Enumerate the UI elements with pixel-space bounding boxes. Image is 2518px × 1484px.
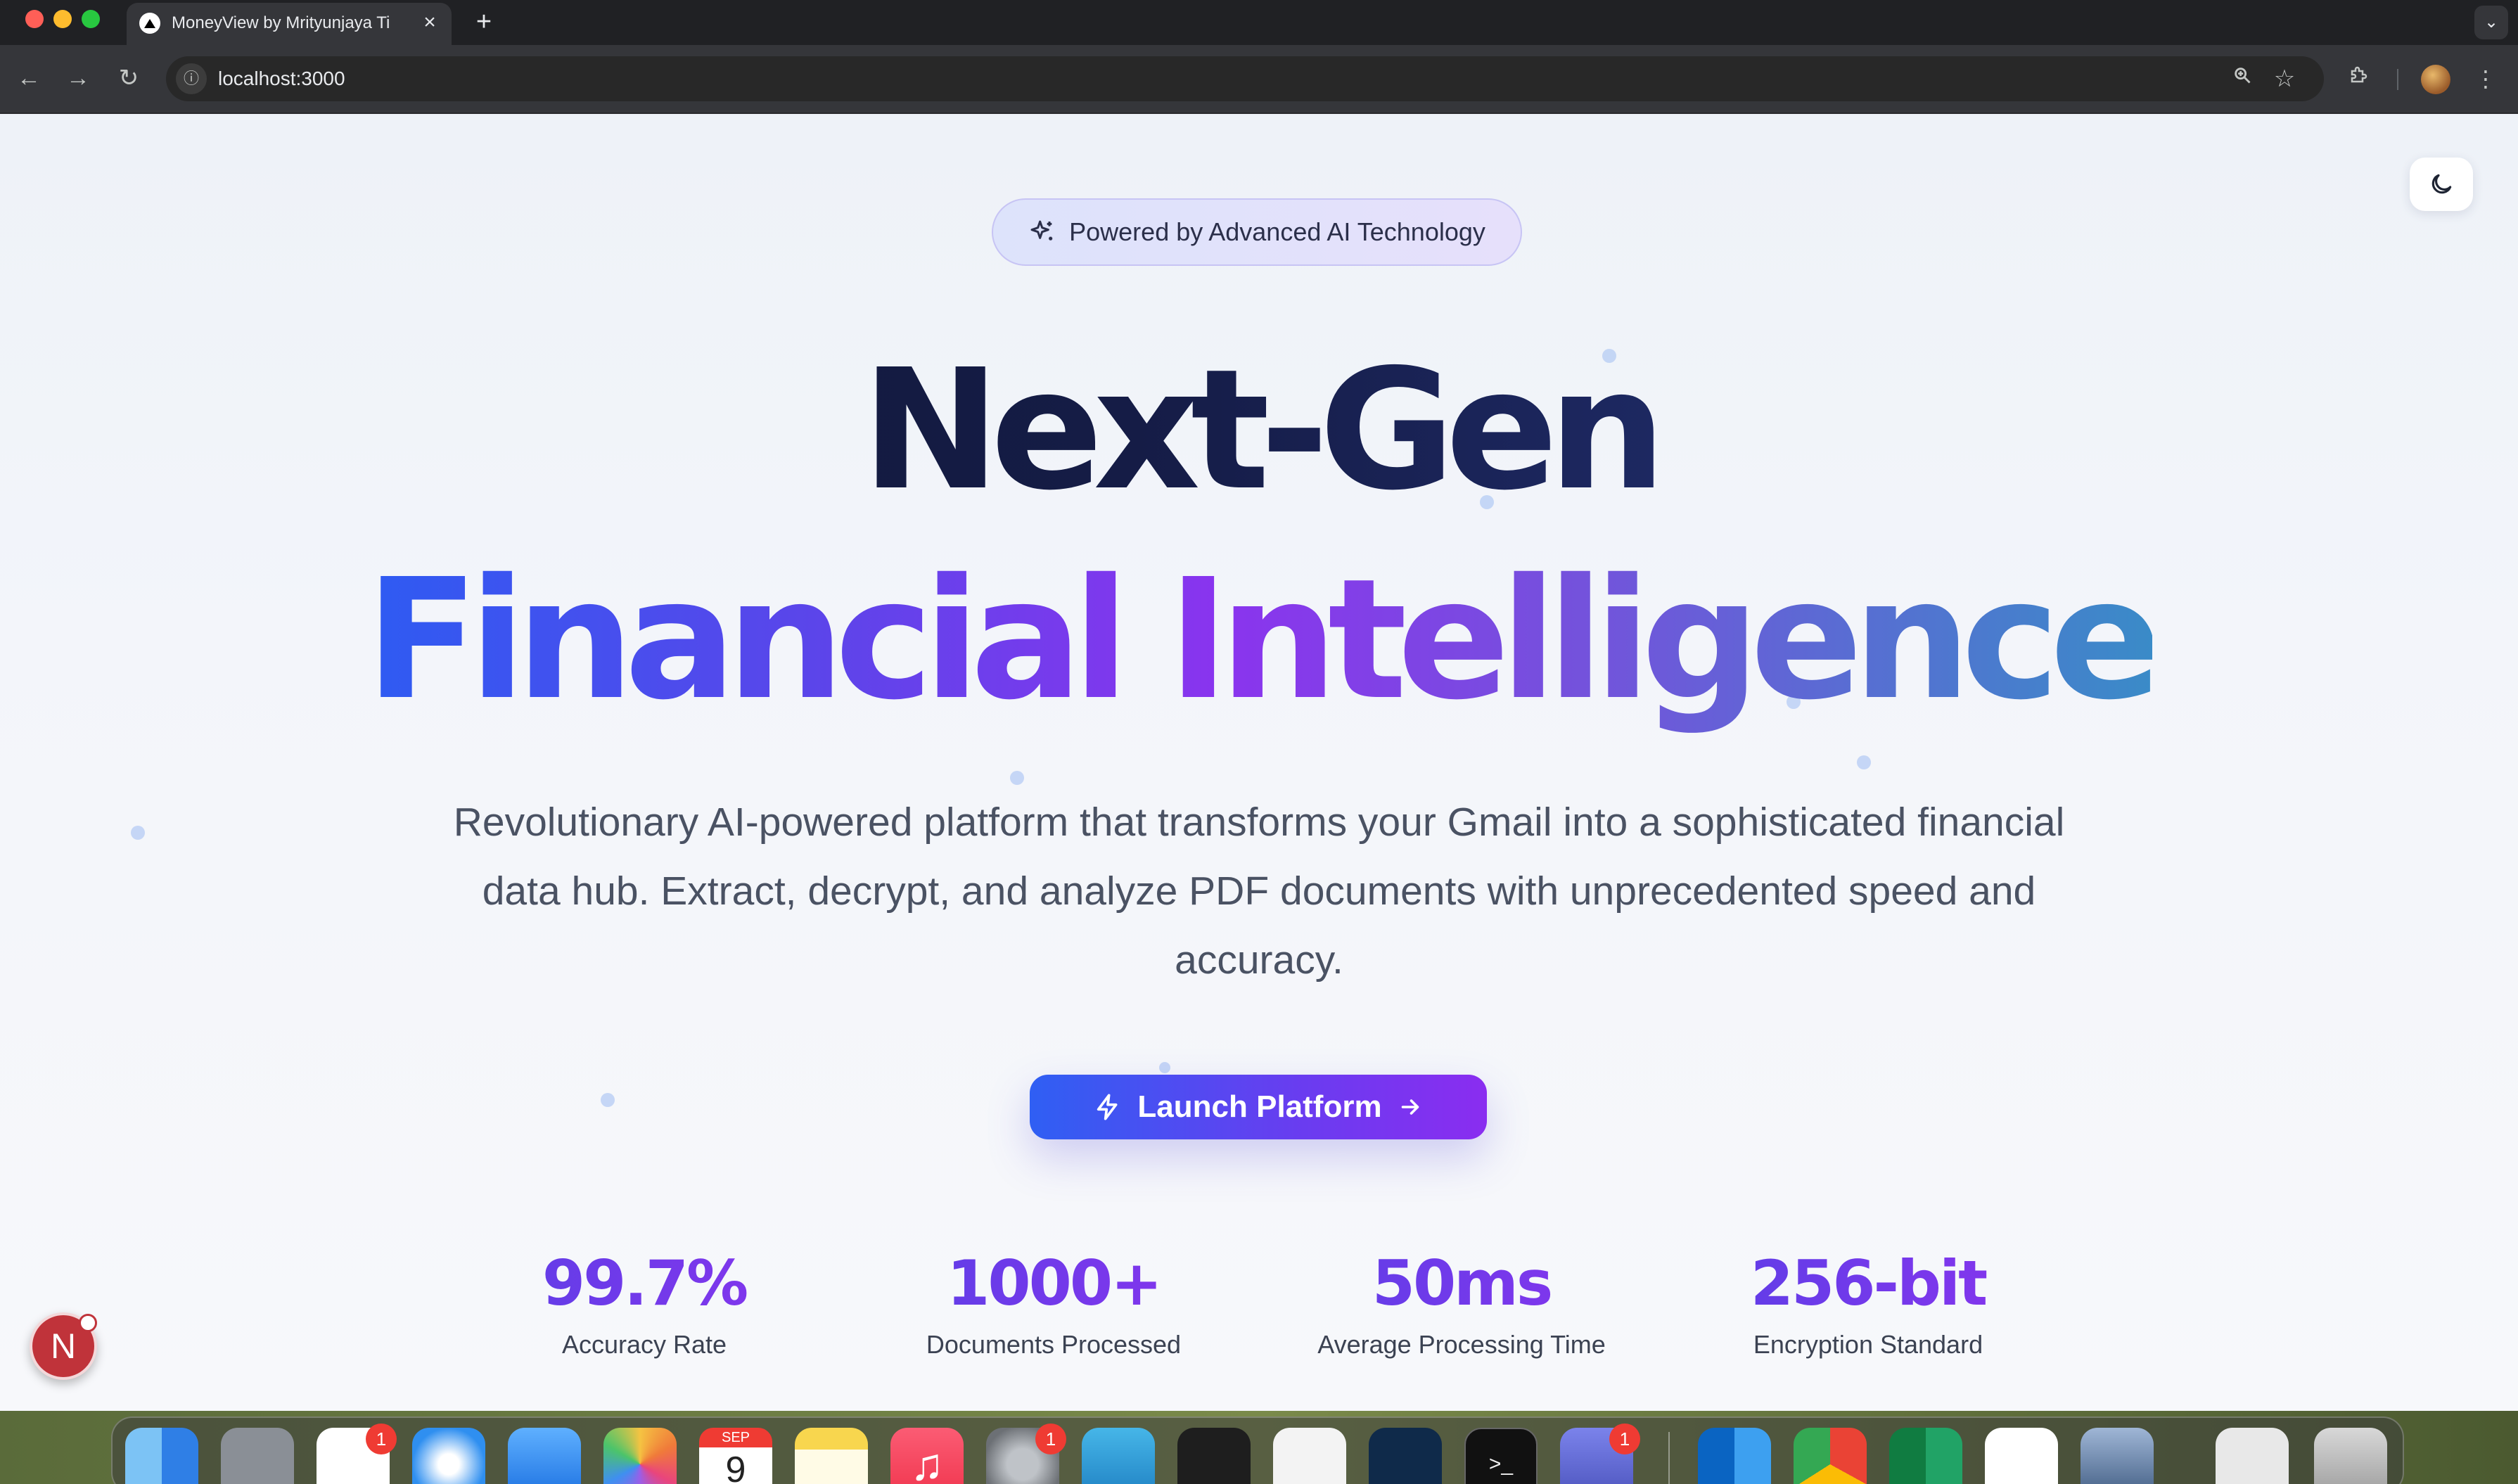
stat-label: Average Processing Time [1317,1330,1606,1359]
stat-value: 1000+ [857,1245,1251,1322]
hero-heading-line2-text: Financial Intelligence [365,543,2163,736]
nextjs-favicon-icon [139,13,160,34]
calendar-month: SEP [699,1428,772,1447]
mail-icon[interactable] [508,1428,581,1484]
launchpad-icon[interactable] [221,1428,294,1484]
outlook-icon[interactable] [1698,1428,1771,1484]
browser-toolbar: ← → ↻ ⓘ localhost:3000 ☆ ⋮ [0,45,2518,114]
back-arrow-icon[interactable]: ← [11,60,46,96]
decor-dot [1159,1062,1170,1073]
decor-dot [131,826,145,840]
stat-value: 50ms [1265,1245,1659,1322]
reminders-badge: 1 [366,1424,397,1454]
cloud-app-icon[interactable] [1082,1428,1155,1484]
dev-indicator-status-dot [79,1314,97,1332]
stat-processing-time: 50ms Average Processing Time [1265,1245,1659,1360]
cloud-shell-icon[interactable] [1369,1428,1442,1484]
hero-heading-line2: Financial Intelligence [0,535,2518,746]
trash-icon[interactable] [2314,1428,2387,1484]
safari-icon[interactable] [412,1428,485,1484]
finder-icon[interactable] [125,1428,198,1484]
powered-by-badge: Powered by Advanced AI Technology [992,198,1522,266]
decor-dot [601,1093,615,1107]
calendar-day: 9 [725,1450,746,1484]
arrow-right-icon [1401,1099,1419,1115]
notes-icon[interactable] [795,1428,868,1484]
terminal-icon[interactable]: >_ [1464,1428,1538,1484]
calendar-icon[interactable]: SEP 9 [699,1428,772,1484]
lightning-icon [1097,1094,1118,1120]
browser-menu-icon[interactable]: ⋮ [2470,62,2501,96]
dark-app-icon[interactable] [1177,1428,1251,1484]
forward-arrow-icon[interactable]: → [60,60,96,96]
preview-icon[interactable] [2081,1428,2154,1484]
tab-title: MoneyView by Mrityunjaya Ti [172,13,390,32]
stat-encryption: 256-bit Encryption Standard [1671,1245,2065,1360]
profile-avatar[interactable] [2421,65,2450,94]
brave-browser-icon[interactable] [1273,1428,1346,1484]
hero-subtitle: Revolutionary AI-powered platform that t… [453,800,2065,983]
toolbar-divider [2397,69,2398,90]
minimize-window-button[interactable] [53,10,72,28]
decor-dot [1010,771,1024,785]
stat-label: Documents Processed [926,1330,1182,1359]
zoom-window-button[interactable] [82,10,100,28]
hero-heading-line1: Next-Gen [0,325,2518,536]
sparkles-icon [1030,220,1053,241]
page-viewport: Powered by Advanced AI Technology Next-G… [0,114,2518,1411]
new-tab-button[interactable]: + [467,6,501,39]
zoom-icon[interactable] [2228,65,2256,93]
address-url[interactable]: localhost:3000 [218,68,345,90]
active-tab[interactable]: MoneyView by Mrityunjaya Ti × [127,3,452,45]
chrome-icon[interactable] [1794,1428,1867,1484]
stat-label: Accuracy Rate [561,1330,727,1359]
browser-tab-strip: MoneyView by Mrityunjaya Ti × + ⌄ [0,0,2518,45]
moon-icon [2431,174,2452,194]
documents-folder-icon[interactable] [2216,1428,2289,1484]
launch-platform-label: Launch Platform [1137,1089,1382,1124]
photos-icon[interactable] [603,1428,677,1484]
stat-documents: 1000+ Documents Processed [857,1245,1251,1360]
theme-toggle-button[interactable] [2410,158,2473,211]
tab-search-chevron-icon[interactable]: ⌄ [2474,6,2508,39]
vscode-icon[interactable] [1985,1428,2058,1484]
dock-divider [1668,1432,1670,1484]
reload-icon[interactable]: ↻ [111,60,146,96]
address-bar[interactable]: ⓘ localhost:3000 ☆ [166,56,2324,101]
stat-value: 256-bit [1671,1245,2065,1322]
decor-dot [1857,755,1871,769]
system-settings-badge: 1 [1035,1424,1066,1454]
excel-icon[interactable] [1889,1428,1962,1484]
stat-value: 99.7% [447,1245,841,1322]
close-window-button[interactable] [25,10,44,28]
extensions-puzzle-icon[interactable] [2342,62,2376,96]
stat-accuracy: 99.7% Accuracy Rate [447,1245,841,1360]
stat-label: Encryption Standard [1753,1330,1983,1359]
close-tab-icon[interactable]: × [418,11,442,35]
bookmark-star-icon[interactable]: ☆ [2269,63,2300,94]
music-icon[interactable]: ♫ [890,1428,964,1484]
launch-platform-button[interactable]: Launch Platform [1030,1075,1487,1139]
powered-by-text: Powered by Advanced AI Technology [1069,217,1485,246]
site-info-icon[interactable]: ⓘ [176,63,207,94]
teams-badge: 1 [1609,1424,1640,1454]
